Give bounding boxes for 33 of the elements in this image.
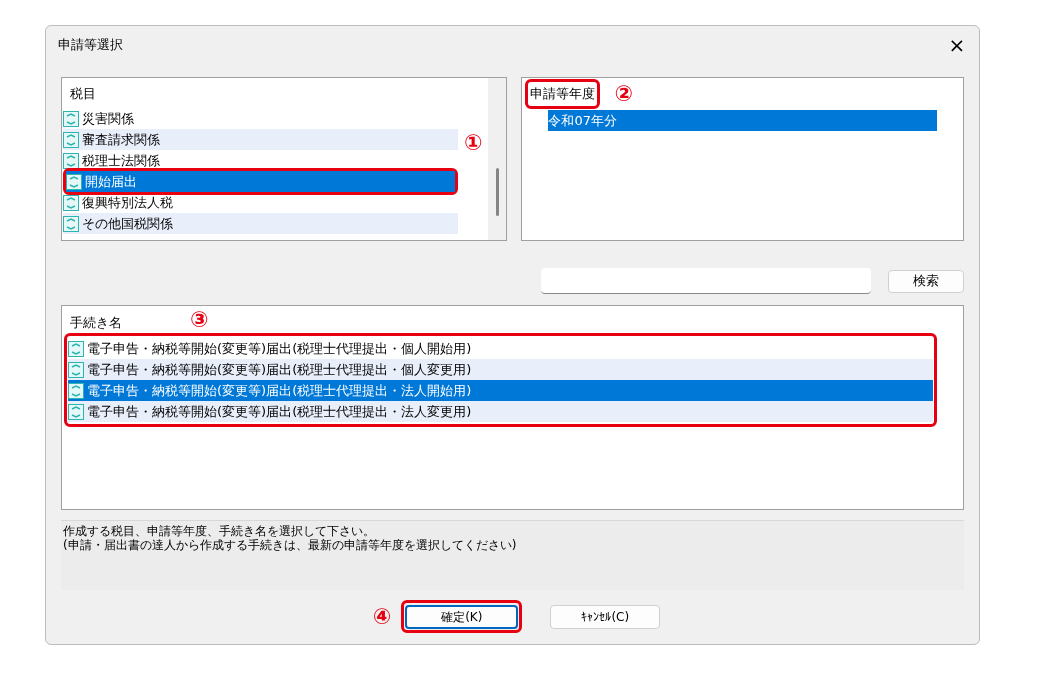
step-number: ② <box>614 81 634 107</box>
document-icon <box>63 131 79 148</box>
document-icon <box>68 340 84 357</box>
list-item[interactable]: その他国税関係 <box>63 213 459 234</box>
list-header: 申請等年度 <box>530 85 596 103</box>
step-number: ③ <box>190 307 209 333</box>
list-item[interactable]: 電子申告・納税等開始(変更等)届出(税理士代理提出・法人開始用) <box>68 380 933 401</box>
list-item[interactable]: 電子申告・納税等開始(変更等)届出(税理士代理提出・個人変更用) <box>68 359 933 380</box>
list-item[interactable]: 開始届出 <box>66 171 456 192</box>
message-text: (申請・届出書の達人から作成する手続きは、最新の申請等年度を選択してください) <box>63 538 517 552</box>
step-number: ④ <box>372 603 392 630</box>
list-item[interactable]: 令和07年分 <box>548 110 937 131</box>
document-icon <box>63 215 79 232</box>
list-header: 税目 <box>69 85 96 103</box>
search-field[interactable] <box>541 268 871 294</box>
document-icon <box>68 403 84 420</box>
list-item[interactable]: 電子申告・納税等開始(変更等)届出(税理士代理提出・法人変更用) <box>68 401 933 422</box>
window-title: 申請等選択 <box>58 35 123 54</box>
search-button[interactable]: 検索 <box>888 269 964 293</box>
document-icon <box>63 110 79 127</box>
list-item[interactable]: 審査請求関係 <box>63 129 459 150</box>
document-icon <box>63 152 79 169</box>
document-icon <box>68 382 84 399</box>
close-button[interactable]: × <box>943 30 971 59</box>
document-icon <box>66 173 82 190</box>
dialog-button[interactable]: 確定(K) <box>405 605 519 629</box>
scrollbar[interactable] <box>488 78 507 240</box>
message-text: 作成する税目、申請等年度、手続き名を選択して下さい。 <box>63 524 375 538</box>
step-number: ① <box>464 130 483 157</box>
list-header: 手続き名 <box>70 314 122 332</box>
dialog-button[interactable]: ｷｬﾝｾﾙ(C) <box>550 604 661 629</box>
document-icon <box>68 361 84 378</box>
document-icon <box>63 194 79 211</box>
